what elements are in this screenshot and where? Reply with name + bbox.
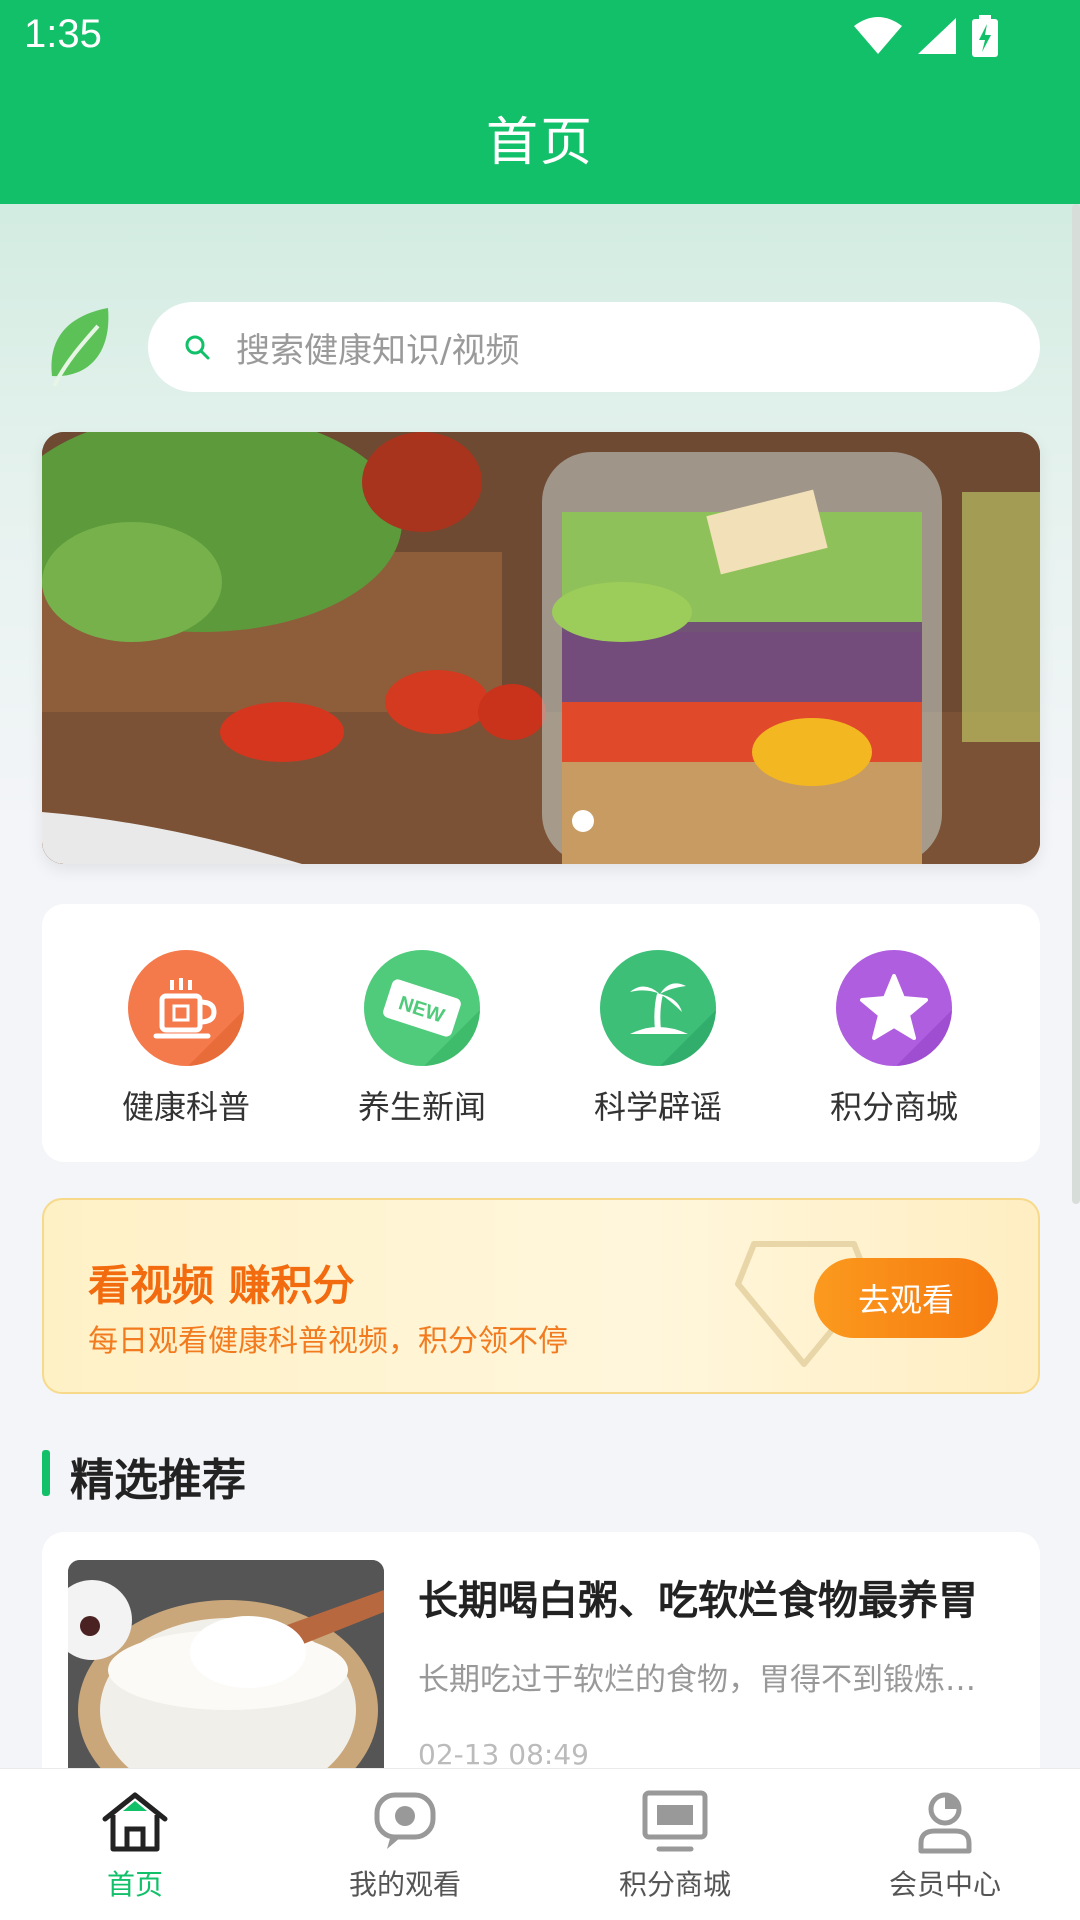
carousel-indicator-dot[interactable] [572,810,594,832]
nav-points-mall[interactable]: 积分商城 [540,1769,810,1920]
search-input[interactable]: 搜索健康知识/视频 [148,302,1040,392]
app-header: 1:35 首页 [0,0,1080,204]
nav-label: 我的观看 [348,1868,461,1901]
banner-image [42,432,1040,864]
category-label: 积分商城 [829,1088,958,1126]
category-label: 科学辟谣 [593,1088,722,1126]
category-rumor-busting[interactable]: 科学辟谣 [558,950,758,1128]
nav-member-center[interactable]: 会员中心 [810,1769,1080,1920]
category-health-science[interactable]: 健康科普 [86,950,286,1128]
nav-label: 会员中心 [888,1868,1001,1901]
nav-label: 首页 [106,1868,163,1901]
home-icon [102,1792,168,1852]
star-icon [836,950,952,1066]
new-tag-icon: NEW [364,950,480,1066]
wifi-icon [854,17,902,54]
section-title: 精选推荐 [70,1455,246,1506]
search-placeholder: 搜索健康知识/视频 [236,330,520,371]
status-time: 1:35 [24,12,102,56]
tea-cup-icon [128,950,244,1066]
category-health-news[interactable]: NEW 养生新闻 [322,950,522,1128]
article-thumbnail [68,1560,384,1800]
nav-my-views[interactable]: 我的观看 [270,1769,540,1920]
monitor-icon [642,1790,708,1852]
section-accent-bar [42,1450,50,1496]
category-grid: 健康科普 NEW 养生新闻 科学辟谣 积分商城 [42,904,1040,1162]
category-label: 养生新闻 [357,1088,486,1126]
article-summary: 长期吃过于软烂的食物，胃得不到锻炼… [418,1662,976,1698]
signal-icon [918,18,956,54]
article-title: 长期喝白粥、吃软烂食物最养胃 [418,1578,978,1624]
category-label: 健康科普 [121,1088,250,1126]
leaf-logo-icon [51,308,109,387]
article-timestamp: 02-13 08:49 [418,1738,589,1771]
promo-subtitle: 每日观看健康科普视频，积分领不停 [88,1324,568,1359]
scrollbar[interactable] [1072,204,1080,1204]
nav-home[interactable]: 首页 [0,1769,270,1920]
category-points-mall[interactable]: 积分商城 [794,950,994,1128]
banner-carousel[interactable] [42,432,1040,864]
status-icons [852,14,1000,58]
promo-title: 看视频 赚积分 [88,1261,355,1310]
nav-label: 积分商城 [618,1868,731,1901]
watch-earn-points-banner[interactable]: 看视频 赚积分 每日观看健康科普视频，积分领不停 去观看 [42,1198,1040,1394]
battery-icon [972,15,998,57]
page-title: 首页 [485,113,594,173]
search-icon [185,335,210,360]
user-icon [918,1792,972,1854]
go-watch-button[interactable]: 去观看 [814,1258,998,1338]
palm-island-icon [600,950,716,1066]
bottom-navigation: 首页 我的观看 积分商城 会员中心 [0,1768,1080,1920]
chat-bubble-icon [374,1792,436,1849]
